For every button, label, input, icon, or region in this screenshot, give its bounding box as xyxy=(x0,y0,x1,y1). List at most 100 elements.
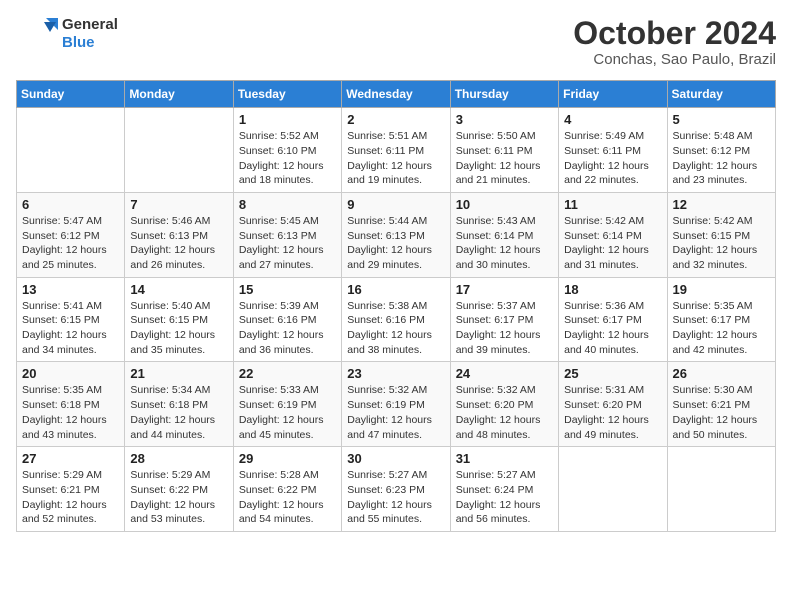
calendar-day-header: Saturday xyxy=(667,81,775,108)
day-number: 2 xyxy=(347,112,444,127)
calendar-header-row: SundayMondayTuesdayWednesdayThursdayFrid… xyxy=(17,81,776,108)
day-info: Sunrise: 5:35 AMSunset: 6:18 PMDaylight:… xyxy=(22,383,119,442)
day-info: Sunrise: 5:39 AMSunset: 6:16 PMDaylight:… xyxy=(239,299,336,358)
day-number: 22 xyxy=(239,366,336,381)
calendar-day-header: Monday xyxy=(125,81,233,108)
day-number: 3 xyxy=(456,112,553,127)
day-info: Sunrise: 5:34 AMSunset: 6:18 PMDaylight:… xyxy=(130,383,227,442)
day-info: Sunrise: 5:37 AMSunset: 6:17 PMDaylight:… xyxy=(456,299,553,358)
day-info: Sunrise: 5:41 AMSunset: 6:15 PMDaylight:… xyxy=(22,299,119,358)
day-number: 17 xyxy=(456,282,553,297)
day-number: 12 xyxy=(673,197,770,212)
day-info: Sunrise: 5:46 AMSunset: 6:13 PMDaylight:… xyxy=(130,214,227,273)
day-number: 18 xyxy=(564,282,661,297)
table-row xyxy=(17,108,125,193)
table-row: 29Sunrise: 5:28 AMSunset: 6:22 PMDayligh… xyxy=(233,447,341,532)
table-row: 5 Sunrise: 5:48 AMSunset: 6:12 PMDaylight… xyxy=(667,108,775,193)
page-header: GeneralBlue October 2024 Conchas, Sao Pa… xyxy=(16,16,776,68)
day-info: Sunrise: 5:32 AMSunset: 6:20 PMDaylight:… xyxy=(456,383,553,442)
day-info: Sunrise: 5:27 AMSunset: 6:24 PMDaylight:… xyxy=(456,468,553,527)
table-row: 13 Sunrise: 5:41 AMSunset: 6:15 PMDayligh… xyxy=(17,277,125,362)
table-row: 25 Sunrise: 5:31 AMSunset: 6:20 PMDayligh… xyxy=(559,362,667,447)
table-row: 31 Sunrise: 5:27 AMSunset: 6:24 PMDayligh… xyxy=(450,447,558,532)
day-number: 30 xyxy=(347,451,444,466)
day-info: Sunrise: 5:30 AMSunset: 6:21 PMDaylight:… xyxy=(673,383,770,442)
table-row: 17 Sunrise: 5:37 AMSunset: 6:17 PMDayligh… xyxy=(450,277,558,362)
day-number: 14 xyxy=(130,282,227,297)
calendar-week-row: 6Sunrise: 5:47 AMSunset: 6:12 PMDaylight… xyxy=(17,192,776,277)
table-row: 24Sunrise: 5:32 AMSunset: 6:20 PMDayligh… xyxy=(450,362,558,447)
day-number: 21 xyxy=(130,366,227,381)
day-info: Sunrise: 5:28 AMSunset: 6:22 PMDaylight:… xyxy=(239,468,336,527)
day-info: Sunrise: 5:52 AMSunset: 6:10 PMDaylight:… xyxy=(239,129,336,188)
day-number: 13 xyxy=(22,282,119,297)
page-subtitle: Conchas, Sao Paulo, Brazil xyxy=(573,51,776,68)
table-row: 4 Sunrise: 5:49 AMSunset: 6:11 PMDaylight… xyxy=(559,108,667,193)
day-number: 10 xyxy=(456,197,553,212)
day-number: 9 xyxy=(347,197,444,212)
table-row: 3 Sunrise: 5:50 AMSunset: 6:11 PMDaylight… xyxy=(450,108,558,193)
calendar-day-header: Thursday xyxy=(450,81,558,108)
table-row: 10 Sunrise: 5:43 AMSunset: 6:14 PMDayligh… xyxy=(450,192,558,277)
day-info: Sunrise: 5:40 AMSunset: 6:15 PMDaylight:… xyxy=(130,299,227,358)
day-number: 16 xyxy=(347,282,444,297)
table-row: 19 Sunrise: 5:35 AMSunset: 6:17 PMDayligh… xyxy=(667,277,775,362)
day-info: Sunrise: 5:45 AMSunset: 6:13 PMDaylight:… xyxy=(239,214,336,273)
day-info: Sunrise: 5:29 AMSunset: 6:22 PMDaylight:… xyxy=(130,468,227,527)
day-number: 11 xyxy=(564,197,661,212)
table-row: 28 Sunrise: 5:29 AMSunset: 6:22 PMDayligh… xyxy=(125,447,233,532)
day-number: 6 xyxy=(22,197,119,212)
day-number: 7 xyxy=(130,197,227,212)
table-row: 26 Sunrise: 5:30 AMSunset: 6:21 PMDayligh… xyxy=(667,362,775,447)
calendar-week-row: 13 Sunrise: 5:41 AMSunset: 6:15 PMDayligh… xyxy=(17,277,776,362)
table-row: 7 Sunrise: 5:46 AMSunset: 6:13 PMDaylight… xyxy=(125,192,233,277)
day-info: Sunrise: 5:49 AMSunset: 6:11 PMDaylight:… xyxy=(564,129,661,188)
day-info: Sunrise: 5:27 AMSunset: 6:23 PMDaylight:… xyxy=(347,468,444,527)
day-info: Sunrise: 5:33 AMSunset: 6:19 PMDaylight:… xyxy=(239,383,336,442)
table-row xyxy=(559,447,667,532)
table-row: 20Sunrise: 5:35 AMSunset: 6:18 PMDayligh… xyxy=(17,362,125,447)
day-number: 1 xyxy=(239,112,336,127)
day-number: 15 xyxy=(239,282,336,297)
calendar-week-row: 1 Sunrise: 5:52 AMSunset: 6:10 PMDaylight… xyxy=(17,108,776,193)
day-info: Sunrise: 5:36 AMSunset: 6:17 PMDaylight:… xyxy=(564,299,661,358)
table-row: 15 Sunrise: 5:39 AMSunset: 6:16 PMDayligh… xyxy=(233,277,341,362)
table-row: 9 Sunrise: 5:44 AMSunset: 6:13 PMDaylight… xyxy=(342,192,450,277)
title-block: October 2024 Conchas, Sao Paulo, Brazil xyxy=(573,16,776,68)
calendar-table: SundayMondayTuesdayWednesdayThursdayFrid… xyxy=(16,80,776,532)
day-info: Sunrise: 5:43 AMSunset: 6:14 PMDaylight:… xyxy=(456,214,553,273)
day-number: 26 xyxy=(673,366,770,381)
table-row: 23Sunrise: 5:32 AMSunset: 6:19 PMDayligh… xyxy=(342,362,450,447)
day-info: Sunrise: 5:35 AMSunset: 6:17 PMDaylight:… xyxy=(673,299,770,358)
calendar-day-header: Wednesday xyxy=(342,81,450,108)
calendar-day-header: Sunday xyxy=(17,81,125,108)
day-number: 28 xyxy=(130,451,227,466)
day-number: 31 xyxy=(456,451,553,466)
day-number: 5 xyxy=(673,112,770,127)
day-info: Sunrise: 5:42 AMSunset: 6:15 PMDaylight:… xyxy=(673,214,770,273)
day-info: Sunrise: 5:48 AMSunset: 6:12 PMDaylight:… xyxy=(673,129,770,188)
day-info: Sunrise: 5:44 AMSunset: 6:13 PMDaylight:… xyxy=(347,214,444,273)
day-info: Sunrise: 5:50 AMSunset: 6:11 PMDaylight:… xyxy=(456,129,553,188)
page-title: October 2024 xyxy=(573,16,776,51)
day-info: Sunrise: 5:31 AMSunset: 6:20 PMDaylight:… xyxy=(564,383,661,442)
table-row: 14 Sunrise: 5:40 AMSunset: 6:15 PMDayligh… xyxy=(125,277,233,362)
table-row: 2Sunrise: 5:51 AMSunset: 6:11 PMDaylight… xyxy=(342,108,450,193)
table-row: 11Sunrise: 5:42 AMSunset: 6:14 PMDayligh… xyxy=(559,192,667,277)
day-number: 4 xyxy=(564,112,661,127)
table-row: 30 Sunrise: 5:27 AMSunset: 6:23 PMDayligh… xyxy=(342,447,450,532)
day-number: 25 xyxy=(564,366,661,381)
day-info: Sunrise: 5:38 AMSunset: 6:16 PMDaylight:… xyxy=(347,299,444,358)
day-number: 19 xyxy=(673,282,770,297)
logo: GeneralBlue xyxy=(16,16,118,52)
table-row: 21 Sunrise: 5:34 AMSunset: 6:18 PMDayligh… xyxy=(125,362,233,447)
logo-icon xyxy=(16,16,58,52)
calendar-week-row: 27Sunrise: 5:29 AMSunset: 6:21 PMDayligh… xyxy=(17,447,776,532)
table-row: 12 Sunrise: 5:42 AMSunset: 6:15 PMDayligh… xyxy=(667,192,775,277)
calendar-week-row: 20Sunrise: 5:35 AMSunset: 6:18 PMDayligh… xyxy=(17,362,776,447)
table-row: 16 Sunrise: 5:38 AMSunset: 6:16 PMDayligh… xyxy=(342,277,450,362)
day-info: Sunrise: 5:32 AMSunset: 6:19 PMDaylight:… xyxy=(347,383,444,442)
day-info: Sunrise: 5:29 AMSunset: 6:21 PMDaylight:… xyxy=(22,468,119,527)
table-row: 1 Sunrise: 5:52 AMSunset: 6:10 PMDaylight… xyxy=(233,108,341,193)
table-row: 22 Sunrise: 5:33 AMSunset: 6:19 PMDayligh… xyxy=(233,362,341,447)
